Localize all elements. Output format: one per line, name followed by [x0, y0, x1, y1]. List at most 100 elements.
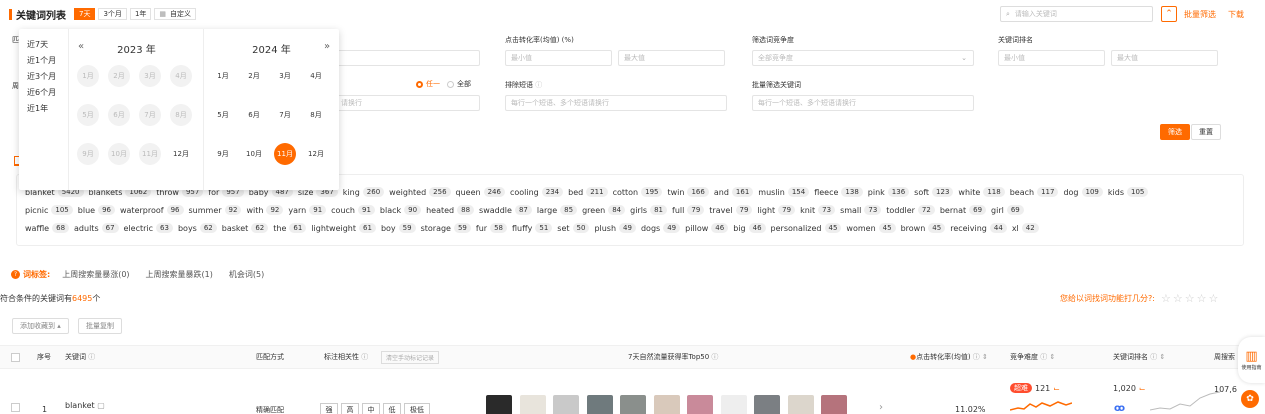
quick-range-3m[interactable]: 近3个月 — [19, 69, 68, 85]
word-tag-drop[interactable]: 上周搜索量暴跌(1) — [146, 269, 213, 280]
word-tag[interactable]: weighted 256 — [389, 187, 451, 197]
word-tag[interactable]: lightweight 61 — [311, 223, 376, 233]
word-tag[interactable]: set 50 — [557, 223, 590, 233]
range-7d-button[interactable]: 7天 — [74, 8, 96, 20]
month-2023-12[interactable]: 12月 — [170, 143, 192, 165]
add-favorite-button[interactable]: 添加收藏到 ▴ — [12, 318, 69, 334]
ctr-min-input[interactable]: 最小值 — [505, 50, 612, 66]
radio-all[interactable]: 全部 — [447, 79, 471, 89]
competition-select[interactable]: 全部竞争度 ⌄ — [752, 50, 974, 66]
row-keyword[interactable]: blanket ▢ — [65, 401, 105, 410]
quick-range-7d[interactable]: 近7天 — [19, 37, 68, 53]
word-tag[interactable]: fur 58 — [476, 223, 507, 233]
word-tag[interactable]: cooling 234 — [510, 187, 564, 197]
product-thumbnail[interactable] — [586, 395, 613, 414]
quick-range-1y[interactable]: 近1年 — [19, 101, 68, 117]
word-tag[interactable]: blue 96 — [78, 205, 115, 215]
assistant-button[interactable]: ✿ — [1241, 390, 1259, 408]
relevance-strong-button[interactable]: 强 — [320, 403, 338, 414]
relevance-mid-button[interactable]: 中 — [362, 403, 380, 414]
month-2024-12[interactable]: 12月 — [305, 143, 327, 165]
product-thumbnail[interactable] — [519, 395, 546, 414]
word-tag[interactable]: queen 246 — [456, 187, 505, 197]
word-tag[interactable]: dog 109 — [1063, 187, 1103, 197]
word-tag[interactable]: green 84 — [582, 205, 626, 215]
word-tag[interactable]: pillow 46 — [685, 223, 729, 233]
product-thumbnail[interactable] — [687, 395, 714, 414]
quick-range-6m[interactable]: 近6个月 — [19, 85, 68, 101]
word-tag[interactable]: full 79 — [672, 205, 705, 215]
collapse-button[interactable]: ⌃ — [1161, 6, 1177, 22]
word-tag[interactable]: waffle 68 — [25, 223, 70, 233]
star-icon-3[interactable]: ☆ — [1185, 292, 1195, 305]
word-tag[interactable]: waterproof 96 — [120, 205, 184, 215]
copy-icon[interactable]: ▢ — [95, 401, 105, 410]
rank-min-input[interactable]: 最小值 — [998, 50, 1105, 66]
word-tag[interactable]: king 260 — [343, 187, 385, 197]
word-tag[interactable]: storage 59 — [421, 223, 471, 233]
rank-max-input[interactable]: 最大值 — [1111, 50, 1218, 66]
word-tag[interactable]: summer 92 — [189, 205, 242, 215]
trend-chart-icon[interactable]: ⌙ — [1139, 384, 1146, 393]
product-thumbnail[interactable] — [486, 395, 512, 414]
word-tag-opportunity[interactable]: 机会词(5) — [229, 269, 264, 280]
month-2024-11-selected[interactable]: 11月 — [274, 143, 296, 165]
product-thumbnail[interactable] — [553, 395, 580, 414]
user-guide-button[interactable]: ▥ 使用指南 — [1238, 337, 1265, 383]
word-tag[interactable]: girls 81 — [630, 205, 668, 215]
star-icon-4[interactable]: ☆ — [1197, 292, 1207, 305]
relevance-low-button[interactable]: 低 — [383, 403, 401, 414]
word-tag[interactable]: twin 166 — [667, 187, 709, 197]
word-tag[interactable]: dogs 49 — [641, 223, 681, 233]
product-thumbnail[interactable] — [720, 395, 747, 414]
include-phrase-input[interactable]: 请换行 — [330, 95, 480, 111]
month-2024-10[interactable]: 10月 — [243, 143, 265, 165]
word-tag[interactable]: pink 136 — [868, 187, 910, 197]
word-tag[interactable]: big 46 — [733, 223, 766, 233]
month-2024-4[interactable]: 4月 — [305, 65, 327, 87]
ctr-max-input[interactable]: 最大值 — [618, 50, 725, 66]
product-thumbnail[interactable] — [787, 395, 814, 414]
quick-range-1m[interactable]: 近1个月 — [19, 53, 68, 69]
word-tag[interactable]: picnic 105 — [25, 205, 73, 215]
word-tag[interactable]: girl 69 — [991, 205, 1024, 215]
month-2024-2[interactable]: 2月 — [243, 65, 265, 87]
word-tag[interactable]: soft 123 — [914, 187, 954, 197]
product-thumbnail[interactable] — [620, 395, 647, 414]
word-tag[interactable]: women 45 — [846, 223, 896, 233]
star-icon-2[interactable]: ☆ — [1173, 292, 1183, 305]
word-tag[interactable]: the 61 — [273, 223, 307, 233]
month-2024-3[interactable]: 3月 — [274, 65, 296, 87]
month-2024-1[interactable]: 1月 — [212, 65, 234, 87]
word-tag[interactable]: brown 45 — [901, 223, 946, 233]
word-tag[interactable]: yarn 91 — [288, 205, 327, 215]
relevance-verylow-button[interactable]: 极低 — [404, 403, 430, 414]
word-tag[interactable]: xl 42 — [1012, 223, 1039, 233]
month-2024-7[interactable]: 7月 — [274, 104, 296, 126]
word-tag[interactable]: adults 67 — [74, 223, 119, 233]
batch-keyword-input[interactable]: 每行一个短语、多个短语请换行 — [752, 95, 974, 111]
word-tag[interactable]: with 92 — [246, 205, 284, 215]
word-tag[interactable]: personalized 45 — [771, 223, 842, 233]
product-thumbnail[interactable] — [821, 395, 848, 414]
product-thumbnail[interactable] — [653, 395, 680, 414]
word-tag[interactable]: swaddle 87 — [479, 205, 532, 215]
sort-icon[interactable]: ⓘ ⇕ — [1038, 353, 1055, 361]
relevance-high-button[interactable]: 高 — [341, 403, 359, 414]
word-tag[interactable]: receiving 44 — [950, 223, 1007, 233]
match-select[interactable] — [330, 50, 480, 66]
word-tag[interactable]: large 85 — [537, 205, 578, 215]
month-2024-8[interactable]: 8月 — [305, 104, 327, 126]
sort-icon[interactable]: ⓘ ⇕ — [1148, 353, 1165, 361]
keyword-search-input[interactable]: ⌕ 请输入关键词 — [1000, 6, 1153, 22]
word-tag[interactable]: black 90 — [380, 205, 422, 215]
exclude-phrase-input[interactable]: 每行一个短语、多个短语请换行 — [505, 95, 727, 111]
radio-any[interactable]: 任一 — [416, 79, 440, 89]
word-tag[interactable]: basket 62 — [222, 223, 269, 233]
reset-button[interactable]: 重置 — [1191, 124, 1221, 140]
custom-range-button[interactable]: ▦ 自定义 — [154, 8, 197, 20]
select-all-checkbox[interactable] — [11, 353, 20, 362]
word-tag[interactable]: couch 91 — [331, 205, 375, 215]
word-tag[interactable]: electric 63 — [124, 223, 173, 233]
word-tag[interactable]: fluffy 51 — [512, 223, 553, 233]
